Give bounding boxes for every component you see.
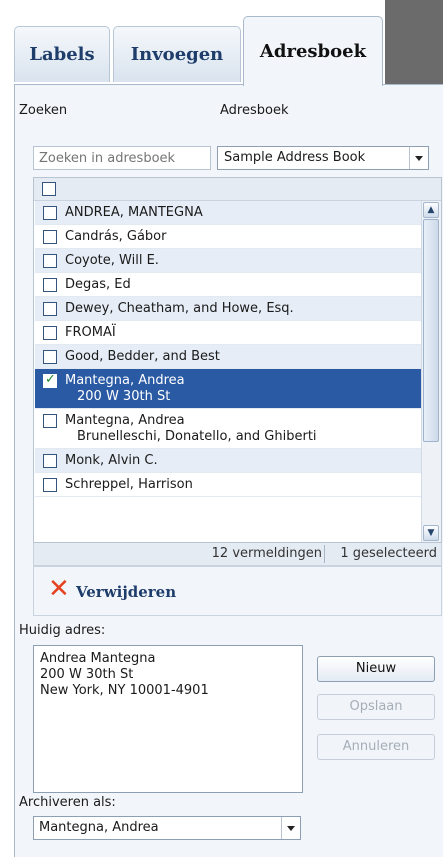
address-book-select[interactable]: Sample Address Book [217,146,429,170]
archive-as-select[interactable]: Mantegna, Andrea [33,816,301,840]
window-corner [385,0,443,85]
tab-labels[interactable]: Labels [14,26,110,82]
search-label: Zoeken [19,103,68,118]
list-item[interactable]: FROMAÏ [35,321,421,345]
list-scrollbar[interactable]: ▲ ▼ [421,201,441,542]
cancel-button[interactable]: Annuleren [317,734,435,760]
scroll-up-icon[interactable]: ▲ [423,202,439,218]
row-checkbox[interactable] [43,478,57,492]
list-item[interactable]: Degas, Ed [35,273,421,297]
contact-name: Dewey, Cheatham, and Howe, Esq. [65,301,294,316]
scroll-thumb[interactable] [423,219,439,442]
tab-adresboek[interactable]: Adresboek [243,16,383,86]
contact-name: Candrás, Gábor [65,229,167,244]
contact-name: Degas, Ed [65,277,131,292]
contact-name: Coyote, Will E. [65,253,159,268]
row-checkbox[interactable] [43,414,57,428]
contact-name: Monk, Alvin C. [65,453,158,468]
row-checkbox[interactable] [43,350,57,364]
archive-select-value: Mantegna, Andrea [39,820,159,835]
contact-name: FROMAÏ [65,325,116,340]
list-item-selected[interactable]: ✓ Mantegna, Andrea 200 W 30th St [35,369,421,409]
tab-invoegen[interactable]: Invoegen [113,26,241,82]
contact-name: Schreppel, Harrison [65,477,193,492]
list-header [34,178,441,201]
checkmark-icon: ✓ [45,372,56,387]
row-checkbox[interactable] [43,326,57,340]
address-book-panel: Zoeken Adresboek Sample Address Book AND… [14,84,443,857]
list-footer: 12 vermeldingen 1 geselecteerd [33,543,442,566]
list-item[interactable]: Mantegna, Andrea Brunelleschi, Donatello… [35,409,421,449]
current-address-label: Huidig adres: [19,623,106,638]
contact-name: Good, Bedder, and Best [65,349,220,364]
delete-icon: ✕ [48,574,70,604]
scroll-down-icon[interactable]: ▼ [423,525,439,541]
list-item[interactable]: Monk, Alvin C. [35,449,421,473]
select-all-checkbox[interactable] [42,182,56,196]
row-checkbox[interactable] [43,254,57,268]
row-checkbox[interactable] [43,230,57,244]
save-button[interactable]: Opslaan [317,694,435,720]
contact-list: ANDREA, MANTEGNA Candrás, Gábor Coyote, … [33,177,442,543]
row-checkbox[interactable] [43,454,57,468]
address-book-select-value: Sample Address Book [224,150,366,165]
contact-name: Mantegna, Andrea [65,413,185,428]
selected-count: 1 geselecteerd [340,546,437,561]
delete-button[interactable]: ✕ Verwijderen [33,566,442,616]
list-item[interactable]: Schreppel, Harrison [35,473,421,497]
divider [324,545,325,563]
list-item[interactable]: ANDREA, MANTEGNA [35,201,421,225]
row-checkbox[interactable] [43,302,57,316]
delete-label: Verwijderen [76,583,177,601]
contact-name: Mantegna, Andrea [65,373,185,388]
row-checkbox-checked[interactable]: ✓ [43,372,57,388]
list-item[interactable]: Candrás, Gábor [35,225,421,249]
new-button[interactable]: Nieuw [317,656,435,682]
contact-detail: 200 W 30th St [77,389,171,404]
contact-name: ANDREA, MANTEGNA [65,205,203,220]
chevron-down-icon[interactable] [409,147,428,169]
list-item[interactable]: Coyote, Will E. [35,249,421,273]
list-item[interactable]: Dewey, Cheatham, and Howe, Esq. [35,297,421,321]
search-input[interactable] [33,146,211,170]
row-checkbox[interactable] [43,206,57,220]
contact-detail: Brunelleschi, Donatello, and Ghiberti [77,429,317,444]
current-address-field[interactable]: Andrea Mantegna 200 W 30th St New York, … [33,645,303,793]
list-item[interactable]: Good, Bedder, and Best [35,345,421,369]
address-book-label: Adresboek [220,103,289,118]
entry-count: 12 vermeldingen [211,546,322,561]
chevron-down-icon[interactable] [281,817,300,839]
row-checkbox[interactable] [43,278,57,292]
archive-label: Archiveren als: [19,795,116,810]
